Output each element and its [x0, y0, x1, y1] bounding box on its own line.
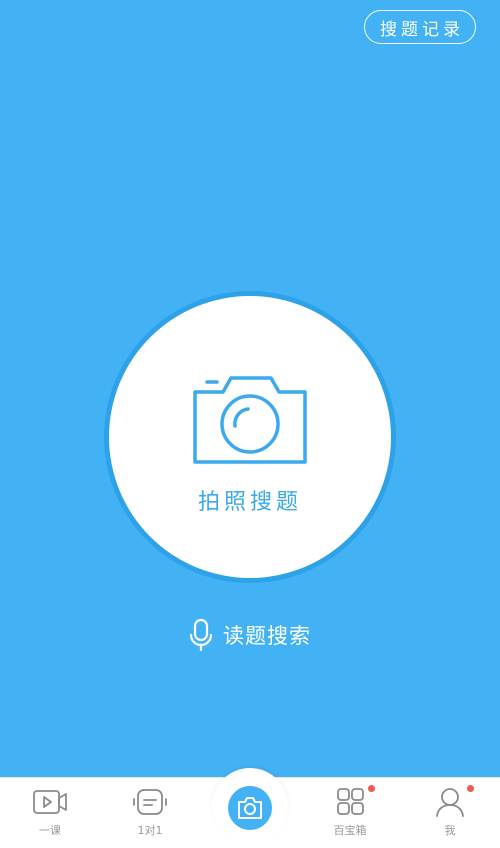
search-history-button[interactable]: 搜题记录	[364, 10, 476, 44]
camera-tab-icon	[238, 797, 262, 819]
toolbox-badge	[368, 785, 375, 792]
nav-item-me[interactable]: 我	[410, 785, 490, 846]
camera-tab-button[interactable]	[212, 768, 288, 844]
video-icon	[33, 790, 67, 814]
tutor-icon	[133, 789, 167, 815]
main-content: 拍照搜题 读题搜索	[0, 60, 500, 778]
voice-search-label: 读题搜索	[223, 624, 311, 648]
voice-search-button[interactable]: 读题搜索	[0, 618, 500, 652]
top-bar: 搜题记录	[0, 0, 500, 60]
nav-item-lesson[interactable]: 一课	[10, 786, 90, 846]
camera-tab-circle	[228, 786, 272, 830]
photo-search-button[interactable]: 拍照搜题	[109, 296, 391, 578]
nav-label-toolbox: 百宝箱	[333, 824, 367, 837]
person-icon	[436, 788, 464, 817]
grid-icon	[337, 788, 364, 815]
nav-label-me: 我	[444, 824, 456, 837]
nav-label-lesson: 一课	[39, 824, 61, 837]
microphone-icon	[189, 618, 213, 652]
bottom-navigation: 一课 1对1 百宝箱 我	[0, 768, 500, 848]
me-badge	[467, 785, 474, 792]
camera-icon	[193, 376, 307, 464]
nav-item-toolbox[interactable]: 百宝箱	[310, 785, 390, 846]
photo-search-label: 拍照搜题	[197, 490, 302, 515]
nav-label-tutor: 1对1	[137, 824, 163, 837]
nav-item-tutor[interactable]: 1对1	[110, 786, 190, 846]
